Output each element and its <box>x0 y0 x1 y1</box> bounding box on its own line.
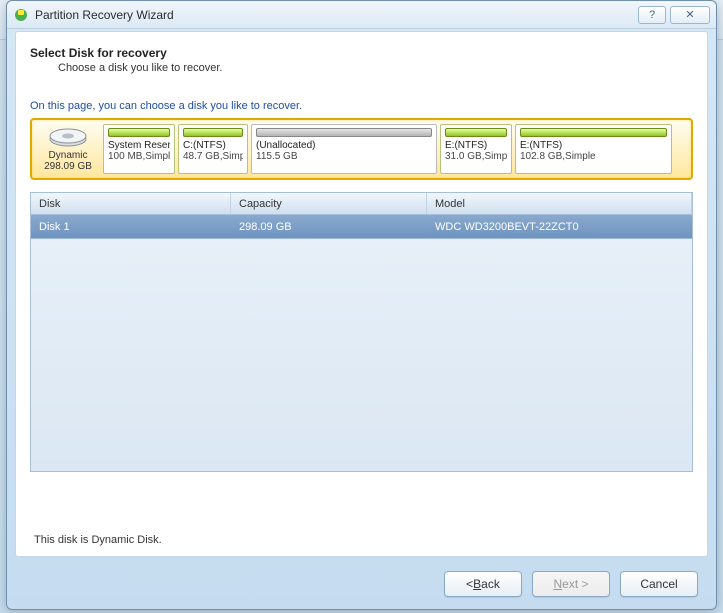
page-title: Select Disk for recovery <box>30 46 693 60</box>
partition-p2[interactable]: C:(NTFS)48.7 GB,Simple <box>178 124 248 174</box>
page-subtitle: Choose a disk you like to recover. <box>58 62 693 74</box>
cell-disk: Disk 1 <box>31 221 231 233</box>
usage-bar <box>445 128 507 137</box>
hard-disk-icon <box>48 126 88 148</box>
cell-model: WDC WD3200BEVT-22ZCT0 <box>427 221 692 233</box>
disk-map[interactable]: Dynamic 298.09 GB System Reserv100 MB,Si… <box>30 118 693 180</box>
status-hint: This disk is Dynamic Disk. <box>34 534 162 546</box>
partition-detail: 115.5 GB <box>256 151 432 162</box>
cancel-button[interactable]: Cancel <box>620 571 698 597</box>
wizard-buttons: < Back Next > Cancel <box>444 571 698 597</box>
usage-bar <box>183 128 243 137</box>
usage-bar <box>256 128 432 137</box>
close-icon: ✕ <box>685 8 694 21</box>
disk-table: Disk Capacity Model Disk 1 298.09 GB WDC… <box>30 192 693 472</box>
back-button[interactable]: < Back <box>444 571 522 597</box>
disk-capacity: 298.09 GB <box>44 161 92 172</box>
partition-detail: 102.8 GB,Simple <box>520 151 667 162</box>
partition-detail: 100 MB,Simple <box>108 151 170 162</box>
help-button[interactable]: ? <box>638 6 666 24</box>
partition-name: E:(NTFS) <box>445 140 507 151</box>
col-header-disk[interactable]: Disk <box>31 193 231 214</box>
titlebar[interactable]: Partition Recovery Wizard ? ✕ <box>7 1 716 29</box>
partition-name: C:(NTFS) <box>183 140 243 151</box>
table-row[interactable]: Disk 1 298.09 GB WDC WD3200BEVT-22ZCT0 <box>31 215 692 239</box>
col-header-model[interactable]: Model <box>427 193 692 214</box>
client-area: Select Disk for recovery Choose a disk y… <box>15 31 708 557</box>
usage-bar <box>520 128 667 137</box>
partition-p1[interactable]: System Reserv100 MB,Simple <box>103 124 175 174</box>
wizard-window: Partition Recovery Wizard ? ✕ Select Dis… <box>6 0 717 610</box>
partition-p4[interactable]: E:(NTFS)31.0 GB,Simple <box>440 124 512 174</box>
usage-bar <box>108 128 170 137</box>
cell-capacity: 298.09 GB <box>231 221 427 233</box>
window-title: Partition Recovery Wizard <box>35 8 174 22</box>
partition-name: E:(NTFS) <box>520 140 667 151</box>
partition-name: (Unallocated) <box>256 140 432 151</box>
partition-detail: 31.0 GB,Simple <box>445 151 507 162</box>
partition-p3[interactable]: (Unallocated)115.5 GB <box>251 124 437 174</box>
app-icon <box>13 7 29 23</box>
partition-p5[interactable]: E:(NTFS)102.8 GB,Simple <box>515 124 672 174</box>
disk-type: Dynamic <box>49 150 88 161</box>
partition-name: System Reserv <box>108 140 170 151</box>
partition-detail: 48.7 GB,Simple <box>183 151 243 162</box>
col-header-capacity[interactable]: Capacity <box>231 193 427 214</box>
table-header: Disk Capacity Model <box>31 193 692 215</box>
help-icon: ? <box>649 9 655 21</box>
close-button[interactable]: ✕ <box>670 6 710 24</box>
disk-summary: Dynamic 298.09 GB <box>36 124 100 174</box>
instruction-text: On this page, you can choose a disk you … <box>30 100 693 112</box>
next-button[interactable]: Next > <box>532 571 610 597</box>
